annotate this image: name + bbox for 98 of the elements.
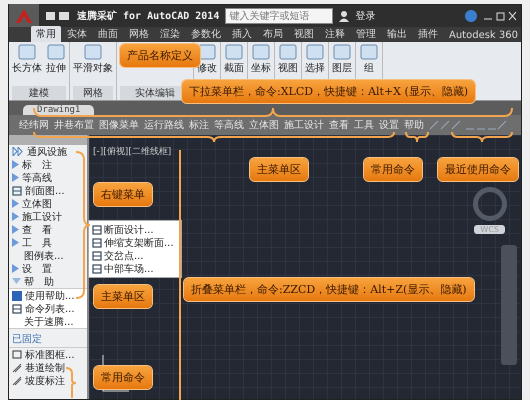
pinned-heading: 已固定	[9, 329, 87, 348]
ribbon-tab[interactable]: 网格	[124, 26, 154, 42]
side-menu-item[interactable]: 工 具	[9, 236, 87, 249]
context-menu-item[interactable]: 中部车场...	[89, 262, 181, 275]
tool-label: 截面	[224, 62, 244, 75]
line-icons[interactable]	[466, 120, 506, 130]
ribbon-tab[interactable]: 视图	[289, 26, 319, 42]
tool-icon[interactable]	[359, 44, 379, 60]
annotation-callout: 常用命令	[94, 366, 152, 389]
tool-label: 拉伸	[46, 62, 66, 75]
context-menu-item[interactable]: 交岔点...	[89, 249, 181, 262]
annotation-callout: 下拉菜单栏，命令:XLCD，快捷键：Alt+X (显示、隐藏)	[182, 80, 476, 103]
view-cube-icon[interactable]	[473, 187, 507, 221]
user-icon	[339, 10, 350, 22]
tool-icon[interactable]	[278, 44, 298, 60]
tool-label: 长方体	[12, 62, 42, 75]
tool-label: 组	[364, 62, 374, 75]
ribbon-tab[interactable]: 插件	[413, 26, 443, 42]
menu-item[interactable]: 图像菜单	[99, 118, 139, 132]
ribbon-tab[interactable]: 曲面	[93, 26, 123, 42]
menu-item[interactable]: 工具	[354, 118, 374, 132]
viewport-label[interactable]: [-][俯视][二维线框]	[93, 145, 172, 158]
menu-item[interactable]: 施工设计	[284, 118, 324, 132]
menu-item[interactable]: 查看	[329, 118, 349, 132]
tool-icon[interactable]	[197, 44, 217, 60]
pencil-icons[interactable]	[429, 120, 461, 130]
app-title: 速腾采矿 for AutoCAD 2014	[77, 9, 220, 23]
down-triangle-icon	[12, 278, 21, 285]
search-field[interactable]: 键入关键字或短语	[225, 8, 334, 24]
menu-item[interactable]: 运行路线	[144, 118, 184, 132]
menu-item[interactable]: 帮助	[404, 118, 424, 132]
tool-icon[interactable]	[251, 44, 271, 60]
panel-label: 建模	[12, 86, 66, 100]
menu-item[interactable]: 设置	[379, 118, 399, 132]
double-triangle-icon	[12, 147, 24, 156]
side-menu-item[interactable]: 施工设计	[9, 210, 87, 223]
menu-item[interactable]: 经纬网	[19, 118, 49, 132]
window-controls-icon[interactable]	[483, 11, 517, 21]
tool-label: 视图	[278, 62, 298, 75]
document-tab[interactable]: Drawing1	[23, 105, 94, 115]
login-link[interactable]: 登录	[355, 9, 376, 23]
tool-label: 平滑对象	[73, 62, 113, 75]
annotation-callout: 主菜单区	[250, 158, 308, 181]
ribbon-tab[interactable]: 输出	[382, 26, 412, 42]
quick-access-icons[interactable]	[45, 11, 71, 21]
annotation-callout: 右键菜单	[94, 183, 152, 206]
annotation-callout: 产品名称定义	[120, 44, 200, 67]
ribbon-tab[interactable]: 渲染	[155, 26, 185, 42]
pinned-item[interactable]: 标准图框...	[9, 348, 87, 361]
side-menu-item[interactable]: 立体图	[9, 197, 87, 210]
app-logo[interactable]	[9, 4, 39, 28]
menu-item[interactable]: 等高线	[214, 118, 244, 132]
side-menu-item[interactable]: 通风设施	[9, 145, 87, 158]
tool-icon[interactable]	[305, 44, 325, 60]
side-menu-item[interactable]: 使用帮助...	[9, 289, 87, 302]
tool-icon[interactable]	[224, 44, 244, 60]
triangle-icon	[12, 264, 19, 273]
side-menu-item[interactable]: 帮 助	[9, 275, 87, 288]
menu-item[interactable]: 立体图	[249, 118, 279, 132]
side-menu-item[interactable]: 设 置	[9, 262, 87, 275]
tool-icon[interactable]	[17, 44, 37, 60]
context-menu-item[interactable]: 伸缩支架断面...	[89, 236, 181, 249]
tool-icon[interactable]	[83, 44, 103, 60]
ribbon-tab[interactable]: 注释	[320, 26, 350, 42]
tool-icon[interactable]	[332, 44, 352, 60]
tool-icon[interactable]	[46, 44, 66, 60]
annotation-callout: 主菜单区	[94, 285, 152, 308]
side-menu-item[interactable]: 标 注	[9, 158, 87, 171]
ribbon-tab[interactable]: 插入	[227, 26, 257, 42]
ribbon-tab[interactable]: 布局	[258, 26, 288, 42]
ribbon-tab[interactable]: 实体	[62, 26, 92, 42]
side-menu-item[interactable]: 图例表...	[9, 249, 87, 262]
side-menu-item[interactable]: 查 看	[9, 223, 87, 236]
menu-item[interactable]: 井巷布置	[54, 118, 94, 132]
annotation-callout: 常用命令	[364, 158, 422, 181]
help-icon[interactable]	[465, 10, 477, 22]
pinned-item[interactable]: 巷道绘制	[9, 361, 87, 374]
annotation-callout: 折叠菜单栏，命令:ZZCD，快捷键：Alt+Z(显示、隐藏)	[184, 278, 474, 301]
side-menu-item[interactable]: 等高线	[9, 171, 87, 184]
ribbon-tab[interactable]: 参数化	[186, 26, 226, 42]
help-icon	[12, 290, 22, 300]
menu-item[interactable]: 标注	[189, 118, 209, 132]
annotation-callout: 最近使用命令	[438, 158, 518, 181]
frame-icon	[12, 350, 22, 360]
side-menu-item[interactable]: 关于速腾...	[9, 315, 87, 328]
side-menu-item[interactable]: 剖面图...	[9, 184, 87, 197]
diagonal-lines-icon	[12, 376, 22, 386]
side-menu-item[interactable]: 命令列表...	[9, 302, 87, 315]
tool-label: 坐标	[251, 62, 271, 75]
ribbon-tab[interactable]: 常用	[31, 26, 61, 42]
diagonal-lines-icon	[12, 362, 22, 372]
pinned-item[interactable]: 坡度标注	[9, 374, 87, 387]
tool-label: 选择	[305, 62, 325, 75]
ribbon-tab[interactable]: Autodesk 360	[444, 29, 523, 42]
context-menu-item[interactable]: 断面设计...	[89, 223, 181, 236]
tool-label: 图层	[332, 62, 352, 75]
ribbon-tab[interactable]: 管理	[351, 26, 381, 42]
panel-label: 网格	[73, 86, 113, 100]
